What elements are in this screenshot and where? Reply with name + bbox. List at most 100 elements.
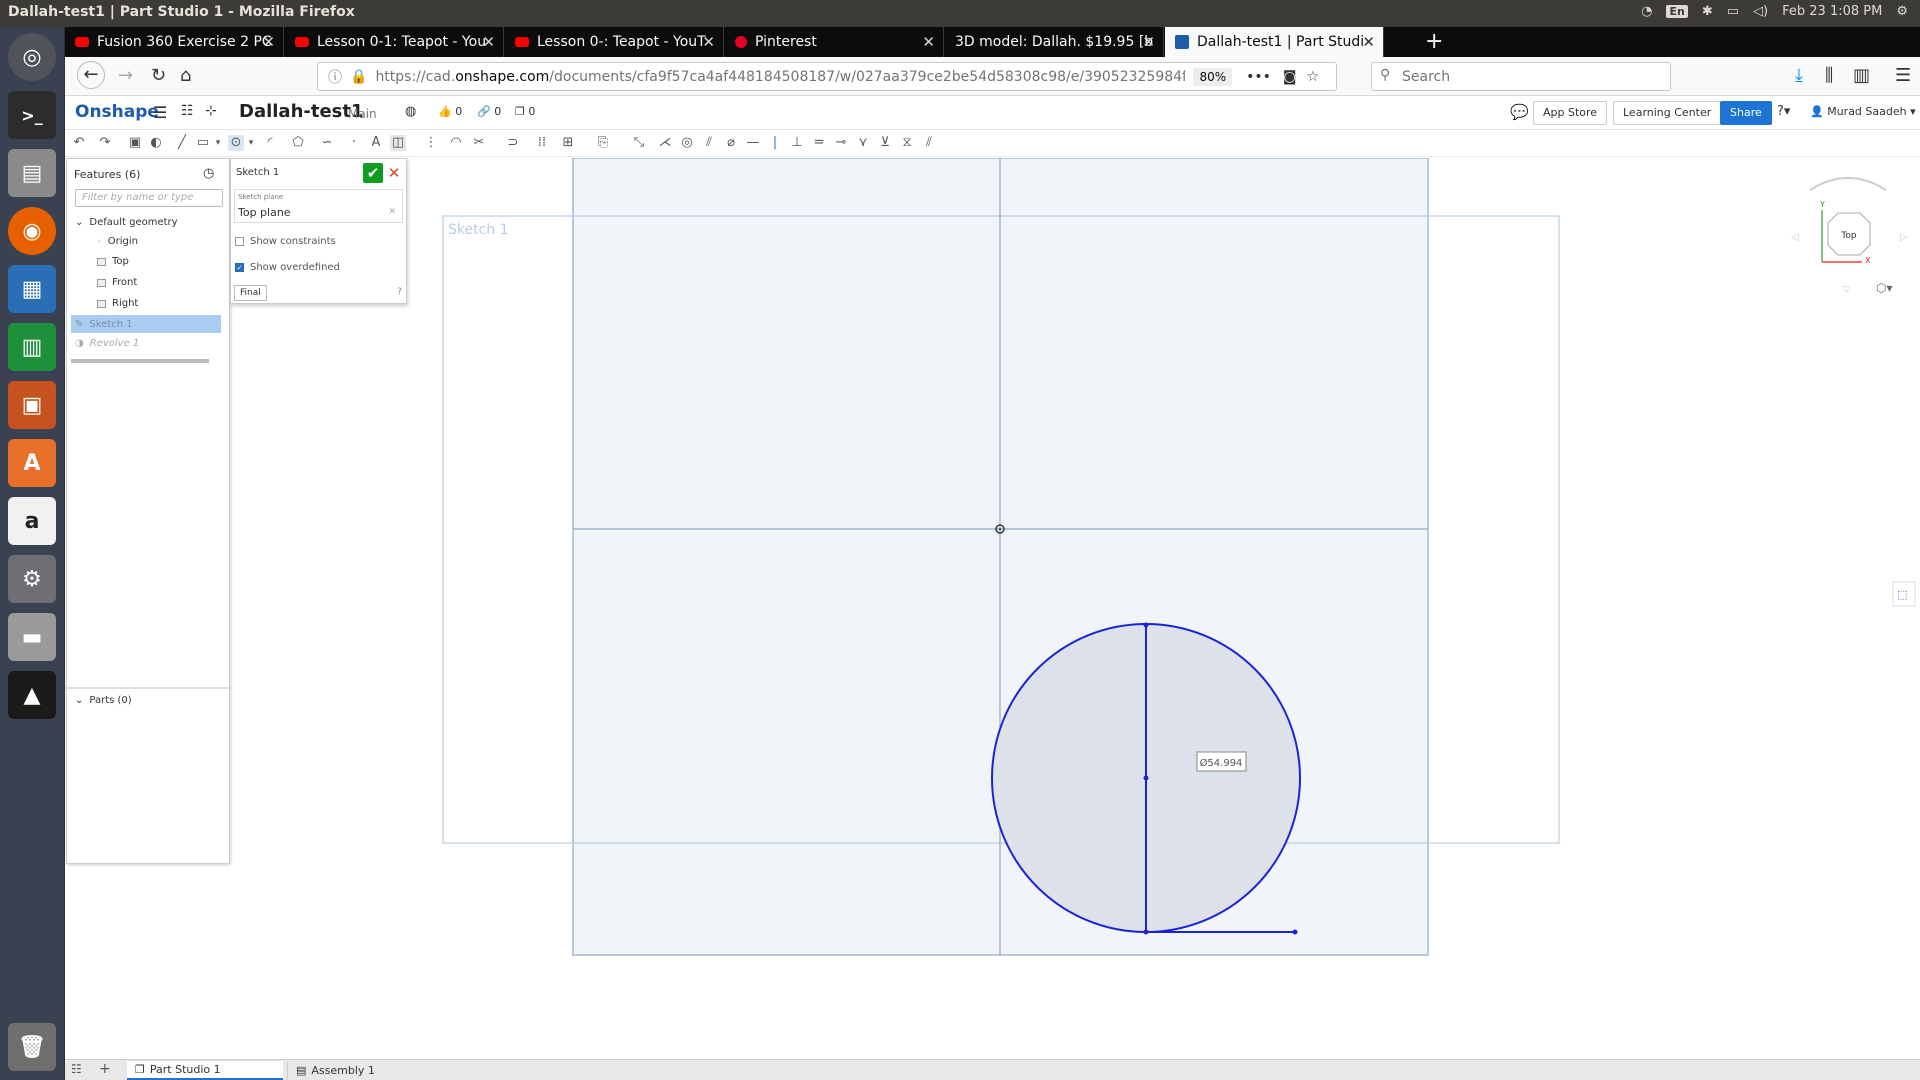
graphics-area[interactable]: Sketch 1 Ø54.994 Top Y X ◁ ▷ ▽ ⬡▾ ⬚ [235,158,1920,1060]
volume-icon[interactable]: ◁) [1753,4,1768,19]
comments-icon[interactable]: 💬 [1510,103,1529,121]
feature-right-plane[interactable]: Right [97,298,138,309]
branch-name[interactable]: Main [348,107,377,121]
links-counter[interactable]: 🔗 0 [477,105,501,118]
fillet-tool-icon[interactable]: ◠ [448,135,464,151]
history-icon[interactable]: ◷ [203,166,214,181]
parallel-icon[interactable]: ⫽ [701,135,717,151]
chevron-down-icon[interactable]: ⌄ [75,217,83,228]
chevron-down-icon[interactable]: ▾ [243,135,259,151]
downloads-icon[interactable]: ⤓ [1795,65,1803,86]
dimension-tool-icon[interactable]: ⤡ [631,135,647,151]
normal-icon[interactable]: ⋎ [855,135,871,151]
mirror-tool-icon[interactable]: ⋮ [423,135,439,151]
text-tool-icon[interactable]: A [368,135,384,151]
view-options-icon[interactable]: ⬡▾ [1876,281,1893,295]
clock[interactable]: Feb 23 1:08 PM [1782,4,1882,19]
vertical-icon[interactable]: | [767,135,783,151]
close-tab-icon[interactable]: ✕ [702,33,715,51]
pierce-icon[interactable]: ⊻ [877,135,893,151]
system-settings-icon[interactable]: ⚙ [8,555,56,603]
trim-tool-icon[interactable]: ✂ [471,135,487,151]
feature-revolve-1[interactable]: ◑ Revolve 1 [75,338,139,349]
software-center-icon[interactable]: A [8,439,56,487]
likes-counter[interactable]: 👍 0 [438,105,462,118]
onshape-logo[interactable]: Onshape [75,102,159,122]
tab-manager-icon[interactable]: ☷ [71,1062,82,1076]
rotate-down-arrow-icon[interactable]: ▽ [1843,285,1850,295]
globe-icon[interactable]: ◍ [405,104,416,119]
chevron-down-icon[interactable]: ▾ [210,135,226,151]
files-icon[interactable]: ▤ [8,149,56,197]
close-tab-icon[interactable]: ✕ [1142,33,1155,51]
sketch-point[interactable] [1143,929,1149,935]
home-button[interactable]: ⌂ [180,65,191,86]
tab-3d-model[interactable]: 3D model: Dallah. $19.95 [b ✕ [945,27,1164,57]
tab-assembly-1[interactable]: ▤ Assembly 1 [287,1061,443,1080]
reload-button[interactable]: ↻ [151,65,166,86]
rollback-bar[interactable] [71,359,209,363]
library-icon[interactable]: ⫼ [1825,65,1833,86]
point-tool-icon[interactable]: · [346,135,362,151]
arc-tool-icon[interactable]: ◜ [262,135,278,151]
sidebar-icon[interactable]: ▥ [1853,65,1870,86]
paste-icon[interactable]: ◐ [148,135,164,151]
feature-list-icon[interactable]: ☷ [181,103,194,119]
fix-icon[interactable]: ⫽ [921,135,937,151]
rectangle-tool-icon[interactable]: ▭ [195,135,211,151]
tab-pinterest[interactable]: Pinterest ✕ [725,27,944,57]
tab-lesson-1[interactable]: Lesson 0-1: Teapot - You ✕ [285,27,504,57]
settings-gear-icon[interactable]: ⚙ [1896,4,1908,19]
close-tab-icon[interactable]: ✕ [1362,33,1375,51]
sketch-point[interactable] [1143,622,1149,628]
undo-icon[interactable]: ↶ [71,135,87,151]
tab-onshape[interactable]: Dallah-test1 | Part Studi ✕ [1165,27,1384,57]
close-tab-icon[interactable]: ✕ [482,33,495,51]
coincident-icon[interactable]: ⋌ [657,135,673,151]
redo-icon[interactable]: ↷ [97,135,113,151]
close-tab-icon[interactable]: ✕ [262,33,275,51]
tab-fusion[interactable]: Fusion 360 Exercise 2 PC ✕ [65,27,284,57]
feature-sketch-1[interactable]: ✎ Sketch 1 [71,315,221,333]
transform-tool-icon[interactable]: ⎘ [595,135,611,151]
bluetooth-icon[interactable]: ✱ [1702,4,1713,19]
parts-folder[interactable]: ⌄ Parts (0) [75,695,132,706]
wifi-icon[interactable]: ◔ [1641,4,1652,19]
zoom-indicator[interactable]: 80% [1193,67,1233,86]
feature-front-plane[interactable]: Front [97,277,137,288]
keyboard-indicator[interactable]: En [1666,5,1688,18]
offset-tool-icon[interactable]: ⊃ [505,135,521,151]
diameter-dimension[interactable]: Ø54.994 [1200,757,1243,769]
concentric-icon[interactable]: ◎ [679,135,695,151]
document-name[interactable]: Dallah-test1 [239,101,364,122]
page-actions-icon[interactable]: ••• [1246,69,1271,85]
menu-icon[interactable]: ☰ [1895,65,1911,86]
app-store-button[interactable]: App Store [1533,101,1608,125]
equal-icon[interactable]: = [811,135,827,151]
grid-pattern-icon[interactable]: ⊞ [560,135,576,151]
pocket-icon[interactable]: ◙ [1283,69,1297,85]
tab-lesson-2[interactable]: Lesson 0-: Teapot - YouT ✕ [505,27,724,57]
pattern-tool-icon[interactable]: ⁞⁞ [534,135,550,151]
search-input[interactable]: ⚲ Search [1371,62,1671,91]
line-tool-icon[interactable]: ╱ [174,135,190,151]
share-button[interactable]: Share [1720,101,1772,125]
panel-divider[interactable] [67,687,229,689]
url-text[interactable]: https://cad.onshape.com/documents/cfa9f5… [375,69,1185,85]
info-icon[interactable]: ⓘ [328,67,342,87]
forward-button[interactable]: → [118,65,133,86]
construction-tool-icon[interactable]: ◫ [390,135,406,151]
rotate-right-arrow-icon[interactable]: ▷ [1900,232,1908,243]
battery-icon[interactable]: ▭ [1727,4,1739,19]
copy-icon[interactable]: ▣ [127,135,143,151]
inkscape-icon[interactable]: ▲ [8,671,56,719]
rotate-left-arrow-icon[interactable]: ◁ [1791,232,1799,243]
learning-center-button[interactable]: Learning Center [1613,101,1722,125]
circle-center-point[interactable] [1143,775,1149,781]
drive-icon[interactable]: ▬ [8,613,56,661]
tab-part-studio-1[interactable]: ❐ Part Studio 1 [127,1061,283,1080]
default-geometry-folder[interactable]: ⌄ Default geometry [75,217,178,228]
midpoint-icon[interactable]: ⊸ [833,135,849,151]
amazon-icon[interactable]: a [8,497,56,545]
close-tab-icon[interactable]: ✕ [922,33,935,51]
